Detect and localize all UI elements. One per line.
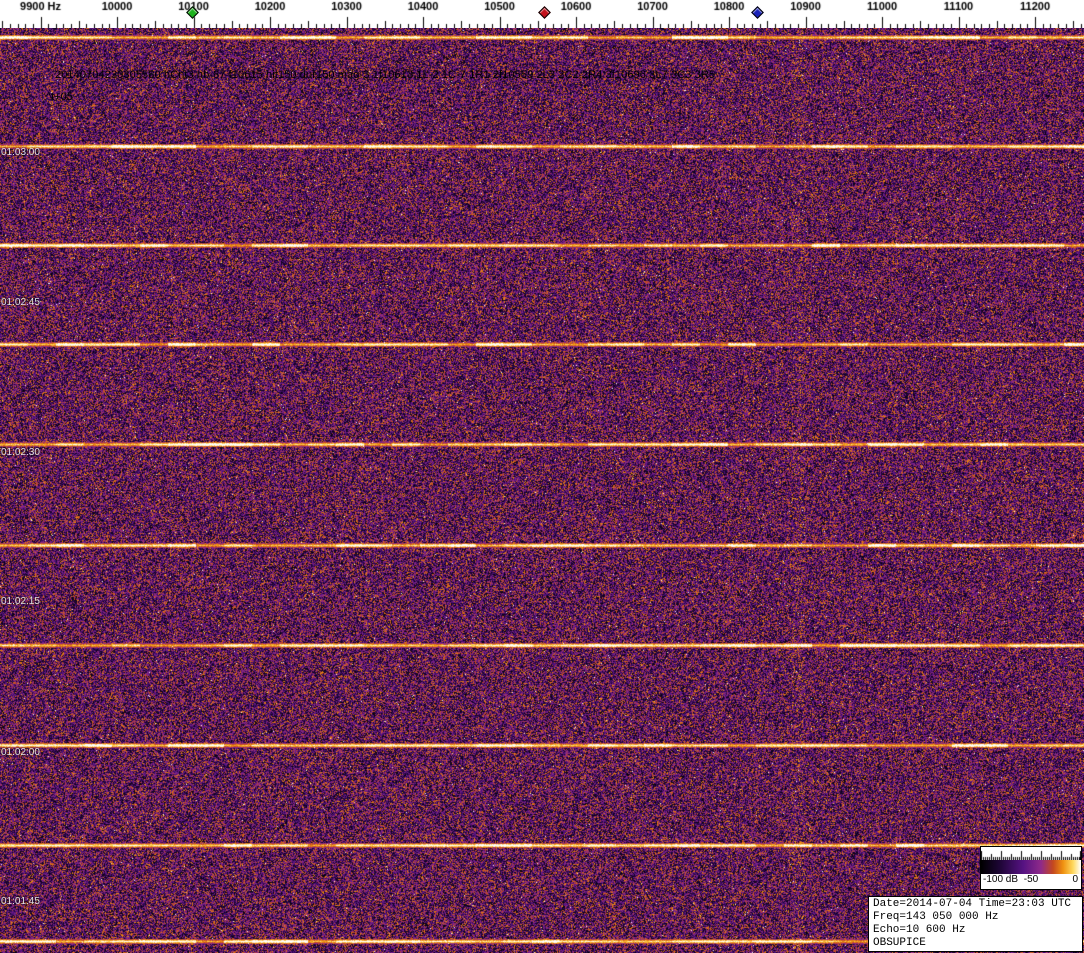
colorbar: -100 dB -50 0 — [980, 846, 1082, 890]
colorbar-min-label: -100 dB — [983, 874, 1019, 885]
spectrogram-window: 20140704230305580 hCnt3 nb-87 f10615 hit… — [0, 0, 1084, 953]
info-echo-frequency: Echo=10 600 Hz — [873, 924, 966, 936]
info-frequency: Freq=143 050 000 Hz — [873, 911, 999, 923]
observation-info-box: Date=2014-07-04 Time=23:03 UTC Freq=143 … — [868, 896, 1083, 952]
blue-frequency-marker[interactable] — [750, 6, 764, 19]
cursor-time-label: ^t+05 — [46, 91, 73, 103]
frequency-marker-strip — [0, 0, 1084, 28]
green-frequency-marker[interactable] — [186, 6, 199, 19]
info-date-time: Date=2014-07-04 Time=23:03 UTC — [873, 898, 1072, 910]
colorbar-max-label: 0 — [1072, 874, 1078, 885]
colorbar-mid-label: -50 — [1023, 874, 1039, 885]
colorbar-gradient — [981, 860, 1081, 874]
info-station-name: OBSUPICE — [873, 937, 926, 949]
spectrogram-waterfall[interactable] — [0, 28, 1084, 953]
red-frequency-marker[interactable] — [538, 6, 551, 19]
colorbar-ruler — [981, 847, 1081, 860]
colorbar-labels: -100 dB -50 0 — [981, 874, 1081, 887]
detection-annotation: 20140704230305580 hCnt3 nb-87 f10615 hit… — [55, 69, 716, 81]
